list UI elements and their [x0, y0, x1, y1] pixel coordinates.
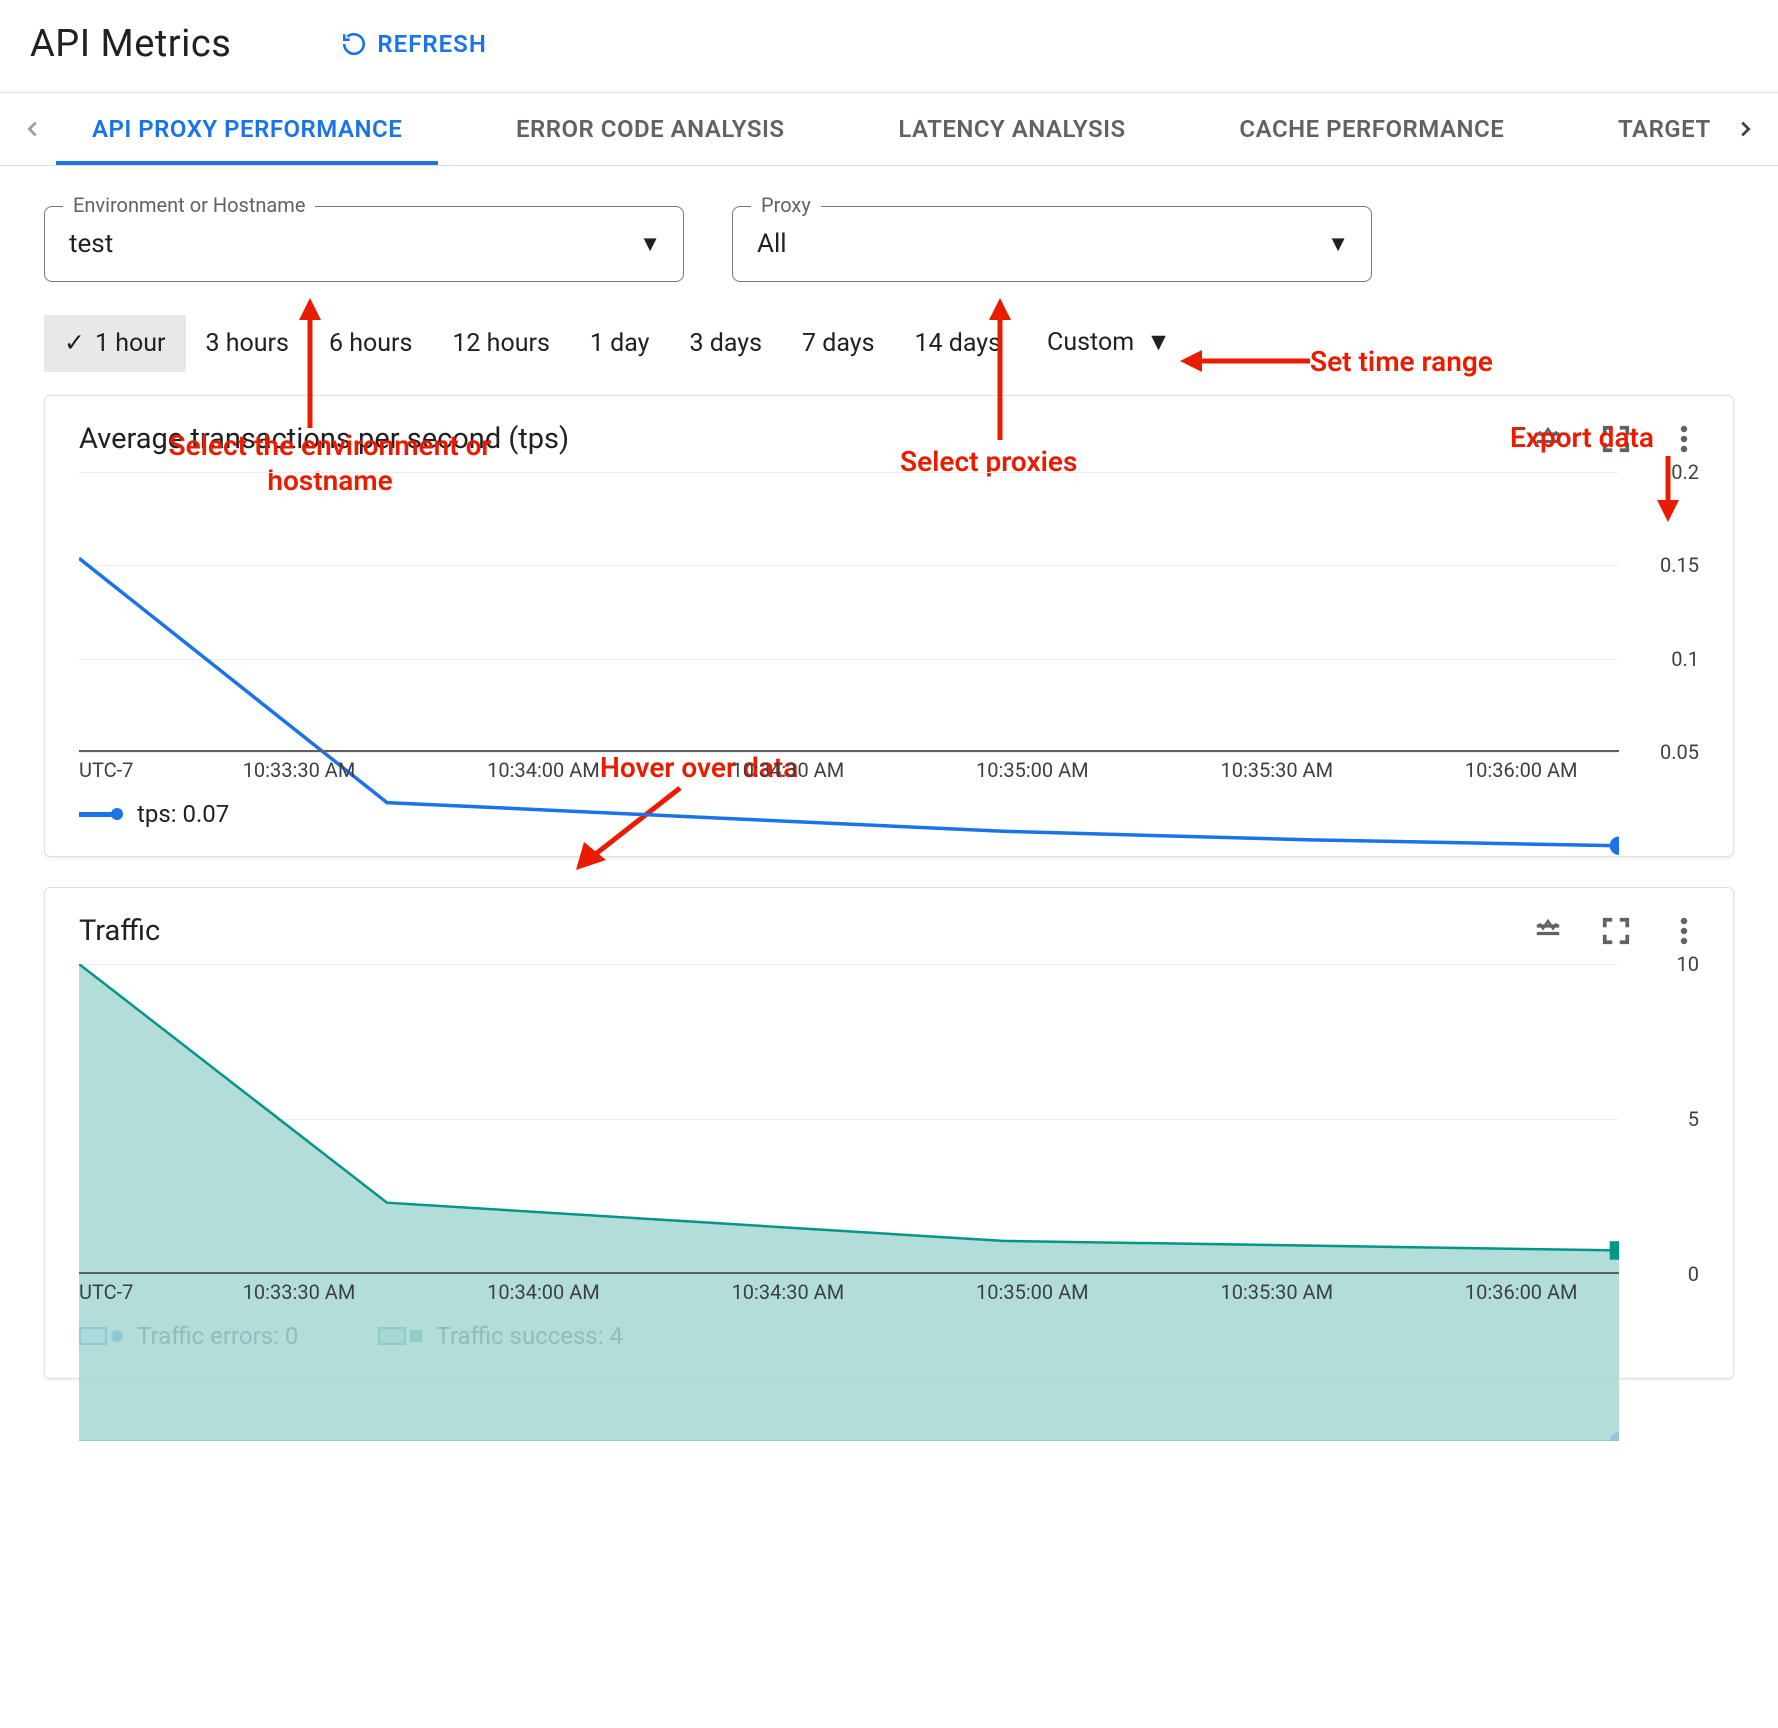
chart-card-tps: Average transactions per second (tps) 0.…: [44, 395, 1734, 857]
tab-api-proxy-performance[interactable]: API PROXY PERFORMANCE: [56, 93, 438, 165]
refresh-button[interactable]: REFRESH: [341, 30, 486, 58]
time-range-14-days[interactable]: 14 days: [894, 315, 1021, 372]
proxy-value: All: [757, 229, 1347, 259]
legend-toggle-icon[interactable]: [1533, 424, 1563, 454]
environment-value: test: [69, 229, 659, 259]
time-range-custom-label: Custom: [1047, 328, 1134, 357]
chart-plot-tps[interactable]: 0.050.10.150.2 UTC-710:33:30 AM10:34:00 …: [79, 472, 1699, 782]
caret-down-icon: ▼: [1327, 231, 1349, 257]
environment-select[interactable]: Environment or Hostname test ▼: [44, 206, 684, 282]
environment-label: Environment or Hostname: [63, 193, 315, 217]
fullscreen-icon[interactable]: [1601, 424, 1631, 454]
chart-title: Traffic: [79, 914, 1533, 948]
page-header: API Metrics REFRESH: [0, 0, 1778, 92]
page-title: API Metrics: [30, 22, 231, 66]
chevron-right-icon: [1734, 118, 1756, 140]
refresh-icon: [341, 31, 367, 57]
caret-down-icon: ▼: [1146, 328, 1171, 357]
time-range-1-day[interactable]: 1 day: [570, 315, 670, 372]
time-range-12-hours[interactable]: 12 hours: [432, 315, 570, 372]
caret-down-icon: ▼: [639, 231, 661, 257]
tabs-scroll-left[interactable]: [10, 106, 56, 152]
tab-cache-performance[interactable]: CACHE PERFORMANCE: [1203, 93, 1540, 165]
time-range-7-days[interactable]: 7 days: [782, 315, 895, 372]
proxy-label: Proxy: [751, 193, 821, 217]
tabs-scroll-right[interactable]: [1722, 106, 1768, 152]
tab-error-code-analysis[interactable]: ERROR CODE ANALYSIS: [480, 93, 821, 165]
chevron-left-icon: [22, 118, 44, 140]
tabs-row: API PROXY PERFORMANCE ERROR CODE ANALYSIS…: [0, 92, 1778, 166]
time-range-3-days[interactable]: 3 days: [669, 315, 782, 372]
tab-target[interactable]: TARGET: [1582, 93, 1722, 165]
time-range-6-hours[interactable]: 6 hours: [309, 315, 432, 372]
chart-card-traffic: Traffic 0510 UTC-710:33:30 AM10:34:00 AM…: [44, 887, 1734, 1379]
more-menu-icon[interactable]: [1669, 424, 1699, 454]
chart-plot-traffic[interactable]: 0510 UTC-710:33:30 AM10:34:00 AM10:34:30…: [79, 964, 1699, 1304]
more-menu-icon[interactable]: [1669, 916, 1699, 946]
time-range-row: ✓1 hour3 hours6 hours12 hours1 day3 days…: [0, 306, 1778, 383]
time-range-1-hour[interactable]: ✓1 hour: [44, 315, 186, 372]
time-range-custom[interactable]: Custom ▼: [1027, 314, 1191, 371]
refresh-label: REFRESH: [377, 30, 486, 58]
tab-latency-analysis[interactable]: LATENCY ANALYSIS: [862, 93, 1161, 165]
filters-row: Environment or Hostname test ▼ Proxy All…: [0, 166, 1778, 306]
legend-toggle-icon[interactable]: [1533, 916, 1563, 946]
proxy-select[interactable]: Proxy All ▼: [732, 206, 1372, 282]
time-range-3-hours[interactable]: 3 hours: [186, 315, 309, 372]
chart-title: Average transactions per second (tps): [79, 422, 1533, 456]
fullscreen-icon[interactable]: [1601, 916, 1631, 946]
